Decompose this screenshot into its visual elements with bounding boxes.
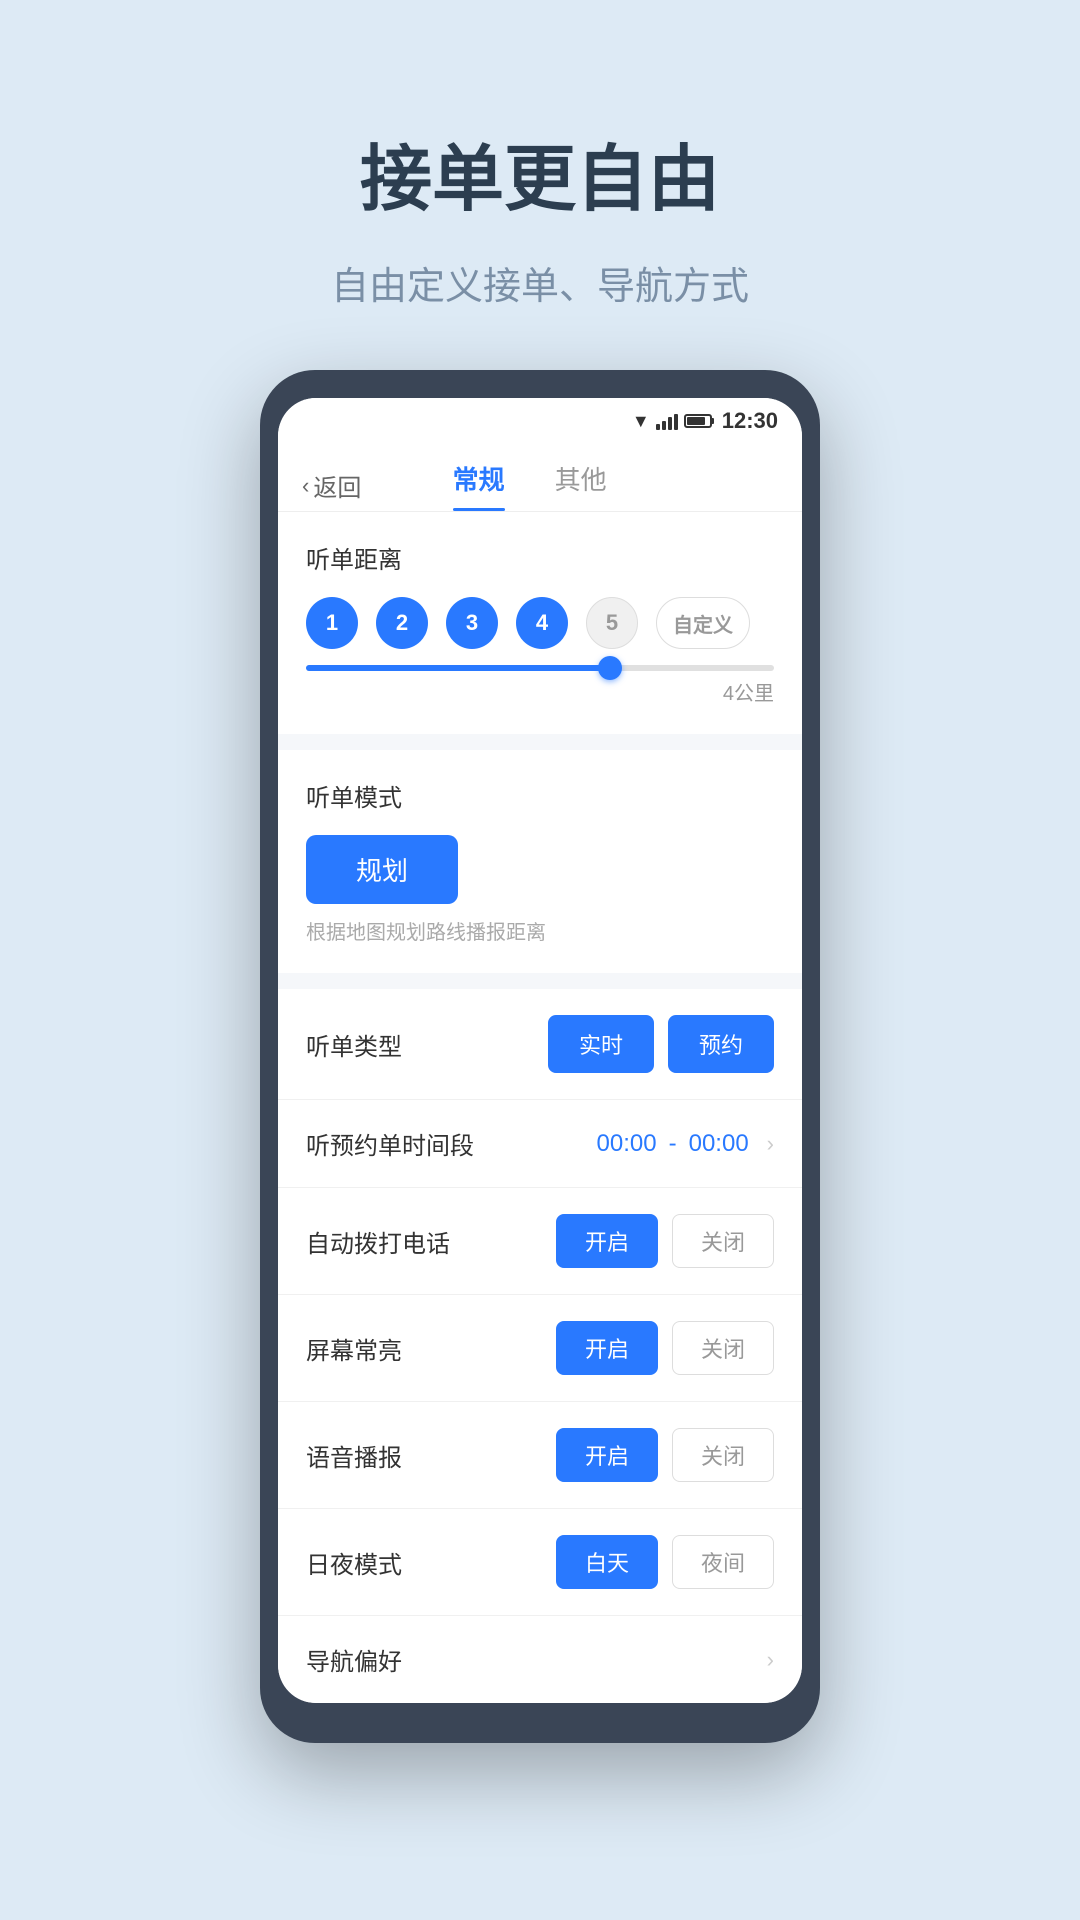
time-start: 00:00 bbox=[597, 1130, 657, 1158]
type-reserved-btn[interactable]: 预约 bbox=[668, 1015, 774, 1073]
status-icons: ▼ bbox=[632, 411, 714, 432]
voice-off[interactable]: 关闭 bbox=[672, 1428, 774, 1482]
status-bar: ▼ bbox=[278, 398, 802, 444]
battery-icon bbox=[684, 414, 714, 428]
wifi-icon: ▼ bbox=[632, 411, 650, 432]
status-time: 12:30 bbox=[722, 408, 778, 434]
distance-btn-custom[interactable]: 自定义 bbox=[656, 597, 750, 649]
voice-toggle: 开启 关闭 bbox=[556, 1428, 774, 1482]
distance-section: 听单距离 1 2 3 4 5 自定义 bbox=[278, 512, 802, 734]
back-button[interactable]: ‹ 返回 bbox=[302, 468, 361, 503]
voice-on[interactable]: 开启 bbox=[556, 1428, 658, 1482]
mode-title: 听单模式 bbox=[306, 778, 774, 813]
slider-thumb[interactable] bbox=[598, 656, 622, 680]
order-type-row: 听单类型 实时 预约 bbox=[278, 989, 802, 1100]
distance-btn-1[interactable]: 1 bbox=[306, 597, 358, 649]
day-night-off[interactable]: 夜间 bbox=[672, 1535, 774, 1589]
day-night-toggle: 白天 夜间 bbox=[556, 1535, 774, 1589]
distance-btn-3[interactable]: 3 bbox=[446, 597, 498, 649]
phone-screen: ▼ bbox=[278, 398, 802, 1703]
auto-call-toggle: 开启 关闭 bbox=[556, 1214, 774, 1268]
auto-call-label: 自动拨打电话 bbox=[306, 1224, 556, 1259]
day-night-row: 日夜模式 白天 夜间 bbox=[278, 1509, 802, 1616]
mode-active-btn[interactable]: 规划 bbox=[306, 835, 458, 904]
distance-btn-2[interactable]: 2 bbox=[376, 597, 428, 649]
nav-tabs: 常规 其他 bbox=[453, 460, 607, 511]
tab-other[interactable]: 其他 bbox=[555, 460, 607, 511]
nav-pref-label: 导航偏好 bbox=[306, 1642, 761, 1677]
screen-on-on[interactable]: 开启 bbox=[556, 1321, 658, 1375]
nav-bar: ‹ 返回 常规 其他 bbox=[278, 444, 802, 512]
distance-title: 听单距离 bbox=[306, 540, 774, 575]
mode-section: 听单模式 规划 根据地图规划路线播报距离 bbox=[278, 750, 802, 973]
slider-track bbox=[306, 665, 774, 671]
distance-btn-5[interactable]: 5 bbox=[586, 597, 638, 649]
chevron-right-icon: › bbox=[767, 1131, 774, 1157]
tab-general[interactable]: 常规 bbox=[453, 460, 505, 511]
order-type-buttons: 实时 预约 bbox=[548, 1015, 774, 1073]
screen-on-toggle: 开启 关闭 bbox=[556, 1321, 774, 1375]
time-range-value[interactable]: 00:00 - 00:00 › bbox=[597, 1130, 774, 1158]
voice-row: 语音播报 开启 关闭 bbox=[278, 1402, 802, 1509]
signal-icon bbox=[656, 412, 678, 430]
screen-on-label: 屏幕常亮 bbox=[306, 1331, 556, 1366]
auto-call-row: 自动拨打电话 开启 关闭 bbox=[278, 1188, 802, 1295]
slider-fill bbox=[306, 665, 615, 671]
phone-mockup: ▼ bbox=[260, 370, 820, 1743]
distance-options: 1 2 3 4 5 自定义 bbox=[306, 597, 774, 649]
time-range-row[interactable]: 听预约单时间段 00:00 - 00:00 › bbox=[278, 1100, 802, 1188]
screen-on-row: 屏幕常亮 开启 关闭 bbox=[278, 1295, 802, 1402]
page-subtitle: 自由定义接单、导航方式 bbox=[331, 255, 749, 310]
distance-btn-4[interactable]: 4 bbox=[516, 597, 568, 649]
time-end: 00:00 bbox=[689, 1130, 749, 1158]
day-night-label: 日夜模式 bbox=[306, 1545, 556, 1580]
settings-list: 听单类型 实时 预约 听预约单时间段 00:00 - 00:00 bbox=[278, 989, 802, 1703]
auto-call-on[interactable]: 开启 bbox=[556, 1214, 658, 1268]
distance-slider[interactable] bbox=[306, 665, 774, 671]
screen-on-off[interactable]: 关闭 bbox=[672, 1321, 774, 1375]
time-range-label: 听预约单时间段 bbox=[306, 1126, 597, 1161]
mode-description: 根据地图规划路线播报距离 bbox=[306, 916, 774, 945]
back-chevron-icon: ‹ bbox=[302, 473, 309, 499]
auto-call-off[interactable]: 关闭 bbox=[672, 1214, 774, 1268]
voice-label: 语音播报 bbox=[306, 1438, 556, 1473]
day-night-on[interactable]: 白天 bbox=[556, 1535, 658, 1589]
page-header: 接单更自由 自由定义接单、导航方式 bbox=[331, 0, 749, 310]
type-realtime-btn[interactable]: 实时 bbox=[548, 1015, 654, 1073]
back-label: 返回 bbox=[313, 468, 361, 503]
phone-frame: ▼ bbox=[260, 370, 820, 1743]
order-type-label: 听单类型 bbox=[306, 1027, 548, 1062]
nav-pref-row[interactable]: 导航偏好 › bbox=[278, 1616, 802, 1703]
page-title: 接单更自由 bbox=[331, 120, 749, 225]
time-dash: - bbox=[669, 1130, 677, 1158]
slider-label: 4公里 bbox=[306, 677, 774, 706]
nav-pref-chevron: › bbox=[767, 1647, 774, 1673]
